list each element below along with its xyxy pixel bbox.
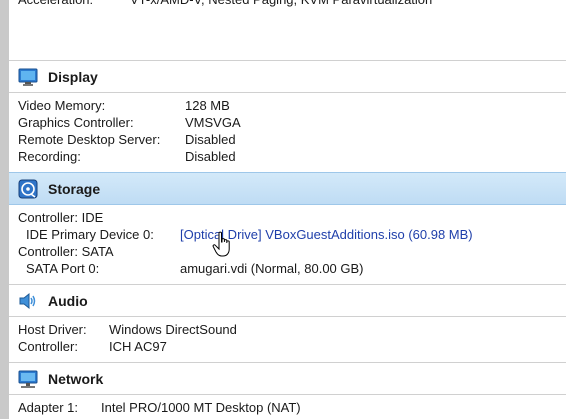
row-value: Intel PRO/1000 MT Desktop (NAT) (101, 400, 301, 415)
network-title: Network (48, 370, 104, 387)
row-value: Windows DirectSound (109, 322, 237, 337)
monitor-icon (18, 67, 38, 87)
storage-title: Storage (48, 180, 101, 197)
row-label: Video Memory: (18, 98, 106, 113)
audio-section-header[interactable]: Audio (9, 284, 566, 317)
vm-details-pane: Acceleration: VT-x/AMD-V, Nested Paging,… (9, 0, 566, 419)
acceleration-value: VT-x/AMD-V, Nested Paging, KVM Paravirtu… (130, 0, 432, 8)
storage-icon (18, 179, 38, 199)
row-label: Adapter 1: (18, 400, 78, 415)
network-icon (18, 369, 38, 389)
row-label: Controller: IDE (18, 210, 104, 225)
row-value: VMSVGA (185, 115, 241, 130)
hand-cursor-icon (212, 231, 230, 257)
row-label: Remote Desktop Server: (18, 132, 161, 147)
row-label: Recording: (18, 149, 81, 164)
row-value: 128 MB (185, 98, 230, 113)
row-value: Disabled (185, 149, 236, 164)
storage-section-header[interactable]: Storage (9, 172, 566, 205)
row-label: IDE Primary Device 0: (26, 227, 154, 242)
row-label: Graphics Controller: (18, 115, 134, 130)
row-value: Disabled (185, 132, 236, 147)
network-section-header[interactable]: Network (9, 362, 566, 395)
row-label: SATA Port 0: (26, 261, 100, 276)
row-label: Controller: SATA (18, 244, 114, 259)
speaker-icon (18, 291, 38, 311)
row-label: Controller: (18, 339, 78, 354)
display-section-header[interactable]: Display (9, 60, 566, 93)
row-value: amugari.vdi (Normal, 80.00 GB) (180, 261, 364, 276)
window-edge (0, 0, 9, 419)
row-label: Host Driver: (18, 322, 87, 337)
display-title: Display (48, 68, 98, 85)
audio-title: Audio (48, 292, 88, 309)
row-value: ICH AC97 (109, 339, 167, 354)
acceleration-label: Acceleration: (18, 0, 93, 8)
